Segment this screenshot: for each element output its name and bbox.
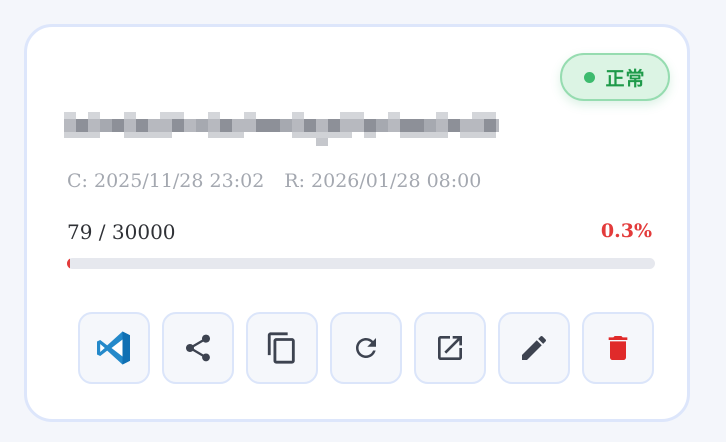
refresh-button[interactable] <box>330 312 402 384</box>
pixelated-redaction <box>64 112 499 146</box>
date-line: C: 2025/11/28 23:02 R: 2026/01/28 08:00 <box>67 170 481 192</box>
open-external-icon <box>438 336 462 360</box>
refresh-icon <box>356 338 376 358</box>
vscode-button[interactable] <box>78 312 150 384</box>
share-icon <box>186 334 210 362</box>
delete-button[interactable] <box>582 312 654 384</box>
redacted-name <box>64 110 499 150</box>
status-label: 正常 <box>605 67 646 90</box>
status-dot-icon <box>584 71 596 83</box>
subscription-card: 正常 C: 2025/11/28 23:02 R: 2026/01/28 08:… <box>24 24 690 422</box>
usage-progress-fill <box>67 258 70 269</box>
trash-icon <box>608 336 628 360</box>
pencil-icon <box>522 335 547 360</box>
share-button[interactable] <box>162 312 234 384</box>
action-toolbar <box>78 312 654 384</box>
vscode-icon <box>97 331 130 365</box>
copy-icon <box>267 332 295 364</box>
open-external-button[interactable] <box>414 312 486 384</box>
usage-progress-bar <box>67 258 655 269</box>
usage-count: 79 / 30000 <box>67 220 176 244</box>
copy-button[interactable] <box>246 312 318 384</box>
edit-button[interactable] <box>498 312 570 384</box>
usage-percent: 0.3% <box>600 220 652 242</box>
status-badge: 正常 <box>560 53 670 101</box>
created-date: C: 2025/11/28 23:02 <box>67 170 265 192</box>
renewal-date: R: 2026/01/28 08:00 <box>284 170 482 192</box>
